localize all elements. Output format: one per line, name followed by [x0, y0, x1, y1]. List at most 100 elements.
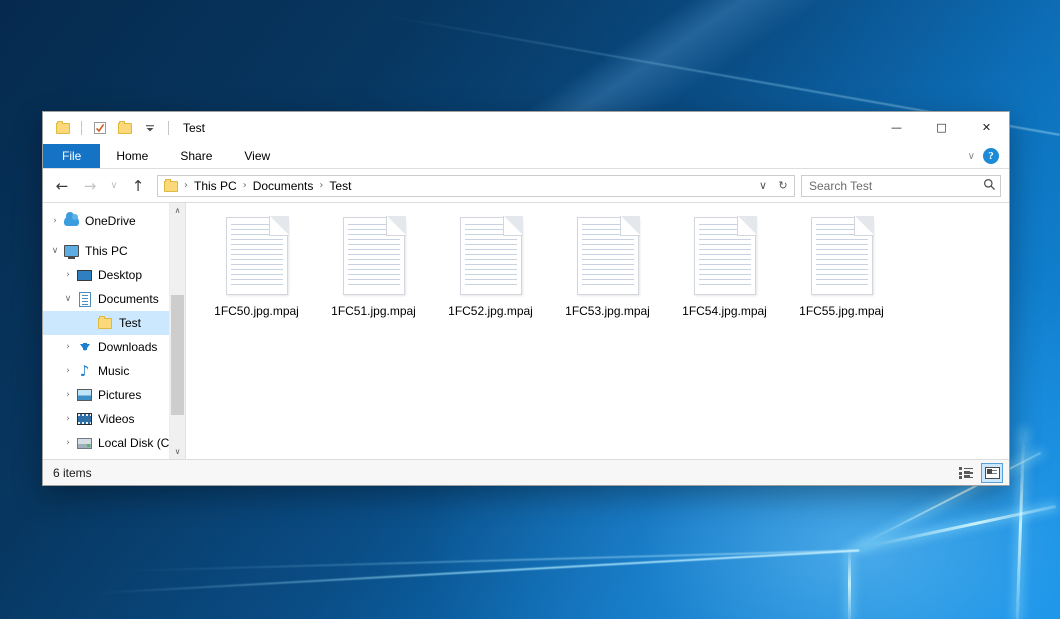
address-bar[interactable]: › This PC › Documents › Test ∨ ↻	[157, 175, 795, 197]
help-icon[interactable]: ?	[983, 148, 999, 164]
file-list-view[interactable]: 1FC50.jpg.mpaj 1FC51.jpg.mpaj	[186, 203, 1009, 459]
chevron-down-icon[interactable]: ∨	[754, 176, 772, 196]
sidebar-item-music[interactable]: › ♪ Music	[43, 359, 169, 383]
generic-file-icon	[226, 217, 288, 295]
sidebar-item-documents[interactable]: ∨ Documents	[43, 287, 169, 311]
search-input[interactable]: Search Test	[809, 179, 983, 193]
up-button[interactable]: ↑	[125, 173, 151, 199]
address-bar-actions[interactable]: ∨ ↻	[754, 176, 792, 196]
sidebar-item-label: Local Disk (C:)	[98, 436, 169, 450]
item-count-label: 6 items	[53, 466, 92, 480]
list-item[interactable]: 1FC55.jpg.mpaj	[783, 213, 900, 325]
list-item[interactable]: 1FC53.jpg.mpaj	[549, 213, 666, 325]
breadcrumb-item-this-pc[interactable]: This PC	[190, 178, 241, 194]
wallpaper-ray-upper	[120, 549, 860, 572]
downloads-icon	[76, 339, 93, 355]
folder-icon	[97, 315, 114, 331]
sidebar-item-test[interactable]: Test	[43, 311, 169, 335]
maximize-button[interactable]: □	[919, 112, 964, 143]
large-icons-view-button[interactable]	[981, 463, 1003, 483]
chevron-down-icon[interactable]: ∨	[968, 151, 975, 162]
chevron-right-icon[interactable]: ›	[60, 414, 76, 424]
sidebar-item-downloads[interactable]: › Downloads	[43, 335, 169, 359]
breadcrumb-separator-0[interactable]: ›	[182, 180, 190, 191]
breadcrumb-item-documents[interactable]: Documents	[249, 178, 318, 194]
chevron-right-icon[interactable]: ›	[60, 270, 76, 280]
chevron-down-icon[interactable]: ∨	[47, 246, 63, 256]
refresh-icon[interactable]: ↻	[774, 176, 792, 196]
file-explorer-window[interactable]: Test — □ ✕ File Home Share View ∨ ? ← →	[42, 111, 1010, 486]
disk-icon	[76, 435, 93, 451]
pc-icon	[63, 243, 80, 259]
breadcrumb-separator-2[interactable]: ›	[317, 180, 325, 191]
recent-locations-button[interactable]: ∨	[105, 173, 123, 199]
list-item[interactable]: 1FC52.jpg.mpaj	[432, 213, 549, 325]
pictures-icon	[76, 387, 93, 403]
file-name: 1FC53.jpg.mpaj	[565, 304, 650, 319]
breadcrumb-item-test[interactable]: Test	[325, 178, 355, 194]
chevron-right-icon[interactable]: ›	[60, 342, 76, 352]
file-name: 1FC52.jpg.mpaj	[448, 304, 533, 319]
customize-chevron-icon[interactable]	[140, 118, 160, 138]
generic-file-icon	[577, 217, 639, 295]
chevron-right-icon[interactable]: ›	[47, 216, 63, 226]
search-icon[interactable]	[983, 178, 996, 194]
file-name: 1FC54.jpg.mpaj	[682, 304, 767, 319]
generic-file-icon	[811, 217, 873, 295]
tab-view[interactable]: View	[228, 144, 286, 168]
list-item[interactable]: 1FC54.jpg.mpaj	[666, 213, 783, 325]
sidebar-item-label: Music	[98, 364, 129, 378]
navigation-tree[interactable]: › OneDrive ∨ This PC › Desktop	[43, 203, 169, 459]
ribbon-right-controls[interactable]: ∨ ?	[968, 144, 1009, 168]
generic-file-icon	[343, 217, 405, 295]
window-title: Test	[183, 121, 205, 135]
sidebar-item-pictures[interactable]: › Pictures	[43, 383, 169, 407]
ribbon-spacer	[286, 144, 967, 168]
properties-icon[interactable]	[90, 118, 110, 138]
chevron-right-icon[interactable]: ›	[60, 390, 76, 400]
sidebar-item-videos[interactable]: › Videos	[43, 407, 169, 431]
scrollbar-thumb[interactable]	[171, 295, 184, 415]
sidebar-item-local-disk-c[interactable]: › Local Disk (C:)	[43, 431, 169, 455]
title-bar[interactable]: Test — □ ✕	[43, 112, 1009, 144]
tab-home[interactable]: Home	[100, 144, 164, 168]
status-bar: 6 items	[43, 459, 1009, 485]
sidebar-item-this-pc[interactable]: ∨ This PC	[43, 239, 169, 263]
breadcrumb[interactable]: › This PC › Documents › Test	[163, 178, 754, 194]
qat-separator-2	[168, 121, 169, 135]
sidebar-item-onedrive[interactable]: › OneDrive	[43, 209, 169, 233]
chevron-down-icon[interactable]: ∨	[60, 294, 76, 304]
desktop-icon	[76, 267, 93, 283]
window-controls[interactable]: — □ ✕	[874, 112, 1009, 144]
close-button[interactable]: ✕	[964, 112, 1009, 143]
sidebar-item-desktop[interactable]: › Desktop	[43, 263, 169, 287]
back-button[interactable]: ←	[49, 173, 75, 199]
desktop[interactable]: Test — □ ✕ File Home Share View ∨ ? ← →	[0, 0, 1060, 619]
minimize-button[interactable]: —	[874, 112, 919, 143]
scroll-up-arrow-icon[interactable]: ∧	[170, 203, 185, 218]
address-bar-row[interactable]: ← → ∨ ↑ › This PC › Documents › Test ∨ ↻	[43, 169, 1009, 202]
wallpaper-ray-left	[100, 550, 859, 594]
list-item[interactable]: 1FC51.jpg.mpaj	[315, 213, 432, 325]
tab-share[interactable]: Share	[164, 144, 228, 168]
quick-access-toolbar[interactable]: Test	[43, 112, 205, 144]
ribbon-tabs[interactable]: File Home Share View ∨ ?	[43, 144, 1009, 169]
navigation-pane-scrollbar[interactable]: ∧ ∨	[169, 203, 185, 459]
breadcrumb-folder-icon	[164, 180, 179, 192]
search-box[interactable]: Search Test	[801, 175, 1001, 197]
file-grid[interactable]: 1FC50.jpg.mpaj 1FC51.jpg.mpaj	[186, 203, 1009, 325]
wallpaper-pane-vertical-left	[848, 548, 851, 619]
new-folder-icon[interactable]	[115, 118, 135, 138]
chevron-right-icon[interactable]: ›	[60, 366, 76, 376]
sidebar-item-label: Videos	[98, 412, 134, 426]
tab-file[interactable]: File	[43, 144, 100, 168]
view-mode-buttons[interactable]	[955, 463, 1003, 483]
details-view-button[interactable]	[955, 463, 977, 483]
navigation-pane[interactable]: › OneDrive ∨ This PC › Desktop	[43, 203, 186, 459]
scroll-down-arrow-icon[interactable]: ∨	[170, 444, 185, 459]
breadcrumb-separator-1[interactable]: ›	[241, 180, 249, 191]
chevron-right-icon[interactable]: ›	[60, 438, 76, 448]
folder-icon[interactable]	[53, 118, 73, 138]
forward-button[interactable]: →	[77, 173, 103, 199]
list-item[interactable]: 1FC50.jpg.mpaj	[198, 213, 315, 325]
